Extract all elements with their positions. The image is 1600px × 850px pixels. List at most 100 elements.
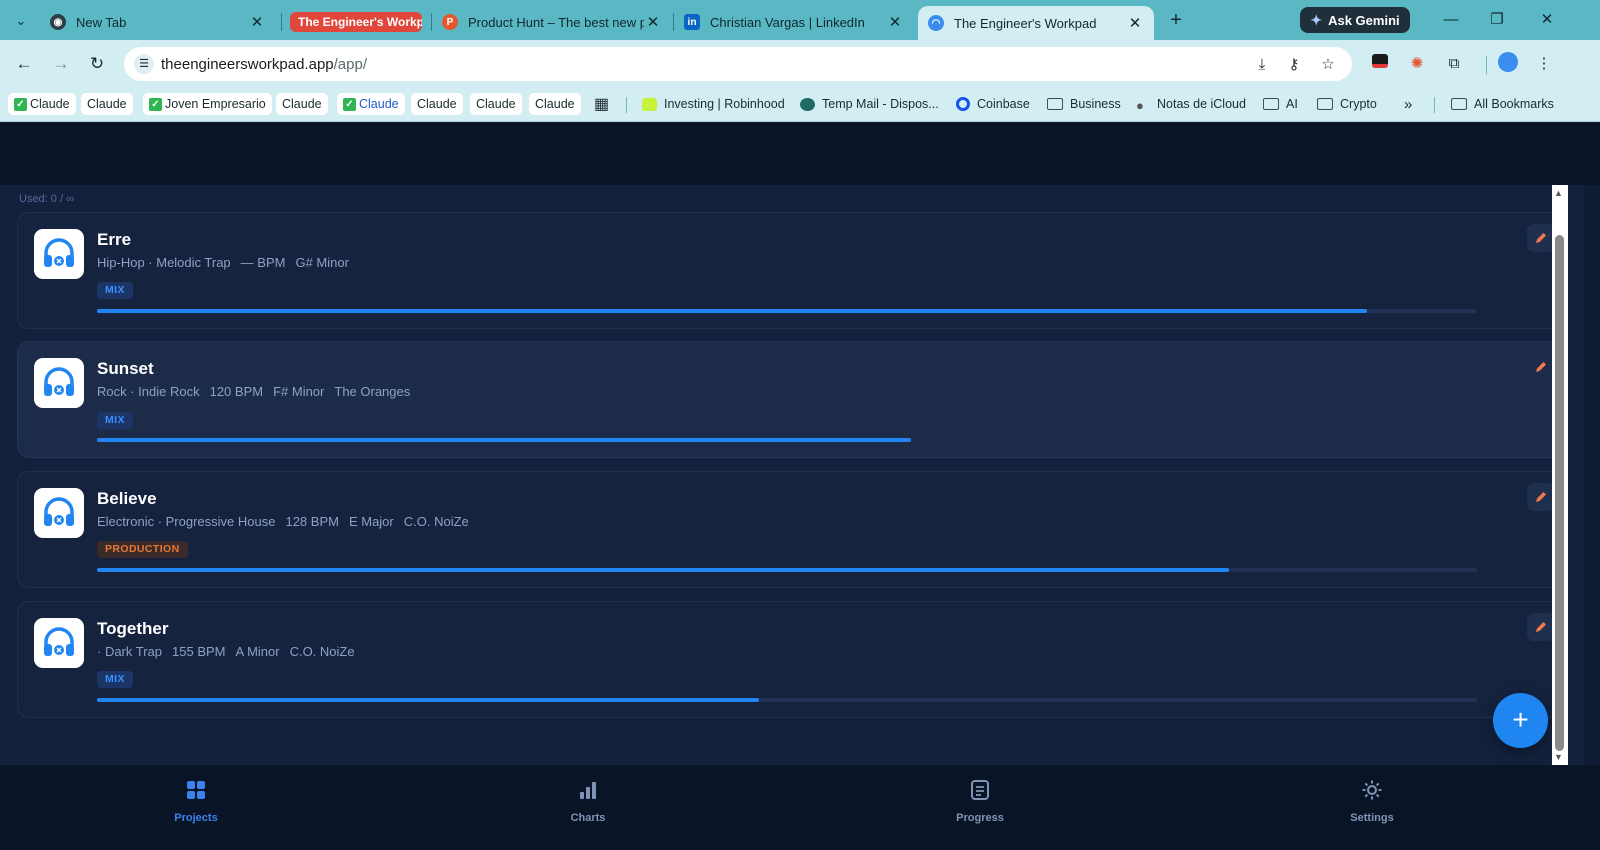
nav-progress[interactable]: Progress [920, 779, 1040, 824]
nav-projects[interactable]: Projects [136, 779, 256, 824]
extensions-puzzle-icon[interactable]: ⧉ [1442, 52, 1466, 76]
project-card-erre[interactable]: Erre Hip-Hop · Melodic Trap — BPM G# Minor… [17, 212, 1568, 329]
project-genre: Electronic · Progressive House [97, 514, 276, 529]
project-genre: · Dark Trap [97, 644, 163, 659]
project-card-believe[interactable]: Believe Electronic · Progressive House 12… [17, 471, 1568, 588]
bookmark-claude[interactable]: Claude [81, 93, 133, 115]
pencil-icon [1536, 622, 1546, 632]
gemini-sparkle-icon: ✦ [1310, 11, 1323, 28]
bookmark-folder-ai[interactable]: AI [1263, 93, 1298, 115]
project-bpm: 120 BPM [209, 384, 264, 399]
forward-icon[interactable]: → [49, 52, 73, 76]
install-app-icon[interactable]: ⤓ [1252, 55, 1272, 75]
folder-icon [1047, 98, 1063, 110]
window-close-icon[interactable]: ✕ [1532, 8, 1562, 32]
project-bpm: 128 BPM [285, 514, 339, 529]
bookmark-star-icon[interactable]: ☆ [1318, 55, 1338, 75]
scroll-up-arrow-icon[interactable]: ▲ [1554, 188, 1563, 198]
close-icon[interactable]: ✕ [886, 13, 904, 31]
bookmark-coinbase[interactable]: Coinbase [956, 93, 1030, 115]
tab-new-tab[interactable]: ◉ New Tab ✕ [40, 6, 276, 38]
project-genre: Hip-Hop · Melodic Trap [97, 255, 231, 270]
close-icon[interactable]: ✕ [248, 13, 266, 31]
linkedin-icon: in [684, 14, 700, 30]
more-bookmarks-icon[interactable]: » [1404, 93, 1412, 115]
bookmark-claude[interactable]: ✓ Claude [8, 93, 76, 115]
tab-title: New Tab [76, 14, 127, 30]
scroll-down-arrow-icon[interactable]: ▼ [1554, 752, 1563, 762]
stage-badge: MIX [97, 412, 133, 429]
site-info-icon[interactable]: ☰ [134, 54, 154, 74]
extension-sparkle-icon[interactable]: ✺ [1405, 52, 1429, 76]
tab-linkedin[interactable]: in Christian Vargas | LinkedIn ✕ [674, 6, 914, 38]
password-key-icon[interactable]: ⚷ [1284, 55, 1304, 75]
usage-counter: Used: 0 / ∞ [19, 193, 74, 205]
profile-avatar[interactable] [1496, 52, 1520, 76]
project-name: Erre [97, 230, 132, 249]
edit-button[interactable] [1527, 353, 1555, 381]
chrome-icon: ◉ [50, 14, 66, 30]
bookmark-claude[interactable]: ✓ Claude [337, 93, 405, 115]
bookmark-folder-crypto[interactable]: Crypto [1317, 93, 1377, 115]
bookmarks-bar: ✓ Claude Claude ✓ Joven Empresario Claude … [0, 88, 1600, 122]
bookmark-claude[interactable]: Claude [470, 93, 522, 115]
bookmark-claude[interactable]: Claude [411, 93, 463, 115]
url-text: theengineersworkpad.app/app/ [161, 56, 367, 73]
address-bar[interactable]: ☰ theengineersworkpad.app/app/ ⤓ ⚷ ☆ [124, 47, 1352, 81]
tab-group-chip[interactable]: The Engineer's Workpad [284, 6, 430, 38]
edit-button[interactable] [1527, 483, 1555, 511]
new-tab-button[interactable]: + [1164, 9, 1188, 33]
bookmark-robinhood[interactable]: Investing | Robinhood [642, 93, 785, 115]
bottom-navigation: Projects Charts Progress Settings [0, 765, 1600, 850]
nav-label: Settings [1350, 812, 1394, 824]
project-key: G# Minor [295, 255, 349, 270]
headphones-icon [34, 618, 84, 668]
close-icon[interactable]: ✕ [644, 13, 662, 31]
bookmark-folder-all[interactable]: All Bookmarks [1451, 93, 1554, 115]
bookmark-joven-empresario[interactable]: ✓ Joven Empresario [143, 93, 272, 115]
back-icon[interactable]: ← [12, 52, 36, 76]
nav-charts[interactable]: Charts [528, 779, 648, 824]
bookmark-icloud-notes[interactable]: ● Notas de iCloud [1136, 93, 1246, 115]
ask-gemini-button[interactable]: ✦ Ask Gemini [1300, 7, 1410, 33]
scrollbar-thumb[interactable] [1555, 235, 1564, 751]
pencil-icon [1536, 492, 1546, 502]
stage-badge: PRODUCTION [97, 541, 188, 558]
bookmark-label: Claude [417, 97, 457, 111]
close-icon[interactable]: ✕ [1126, 14, 1144, 32]
bookmark-folder-business[interactable]: Business [1047, 93, 1121, 115]
progress-bar [97, 309, 1477, 313]
stage-badge: MIX [97, 671, 133, 688]
bookmark-claude[interactable]: Claude [276, 93, 328, 115]
reload-icon[interactable]: ↻ [85, 52, 109, 76]
project-card-together[interactable]: Together · Dark Trap 155 BPM A Minor C.O. N… [17, 601, 1568, 718]
extension-red-icon[interactable] [1368, 52, 1392, 76]
add-project-button[interactable]: + [1493, 693, 1548, 748]
project-card-sunset[interactable]: Sunset Rock · Indie Rock 120 BPM F# Minor T… [17, 341, 1568, 458]
bookmark-temp-mail[interactable]: Temp Mail - Dispos... [800, 93, 939, 115]
edit-button[interactable] [1527, 613, 1555, 641]
nav-label: Charts [570, 812, 606, 824]
temp-mail-icon [800, 97, 815, 111]
restore-icon[interactable]: ❐ [1482, 8, 1512, 32]
nav-settings[interactable]: Settings [1312, 779, 1432, 824]
tab-workpad-active[interactable]: ◠ The Engineer's Workpad ✕ [918, 6, 1154, 40]
progress-fill [97, 438, 912, 442]
project-artist: C.O. NoiZe [289, 644, 355, 659]
check-icon: ✓ [149, 97, 162, 111]
bookmark-claude[interactable]: Claude [529, 93, 581, 115]
tab-title: Product Hunt – The best new products [468, 14, 644, 30]
edit-button[interactable] [1527, 224, 1555, 252]
project-genre: Rock · Indie Rock [97, 384, 200, 399]
bookmark-label: AI [1286, 97, 1298, 111]
tab-group-label: The Engineer's Workpad [290, 12, 422, 32]
tab-search-icon[interactable]: ⌄ [10, 10, 32, 32]
app-header [0, 123, 1600, 185]
chrome-menu-icon[interactable]: ⋮ [1532, 52, 1556, 76]
progress-bar [97, 438, 1477, 442]
tab-product-hunt[interactable]: P Product Hunt – The best new products ✕ [432, 6, 672, 38]
grid-icon [187, 781, 205, 799]
ask-gemini-label: Ask Gemini [1328, 12, 1400, 28]
minimize-icon[interactable]: — [1436, 8, 1466, 32]
apps-grid-icon[interactable]: ▦ [594, 93, 609, 115]
